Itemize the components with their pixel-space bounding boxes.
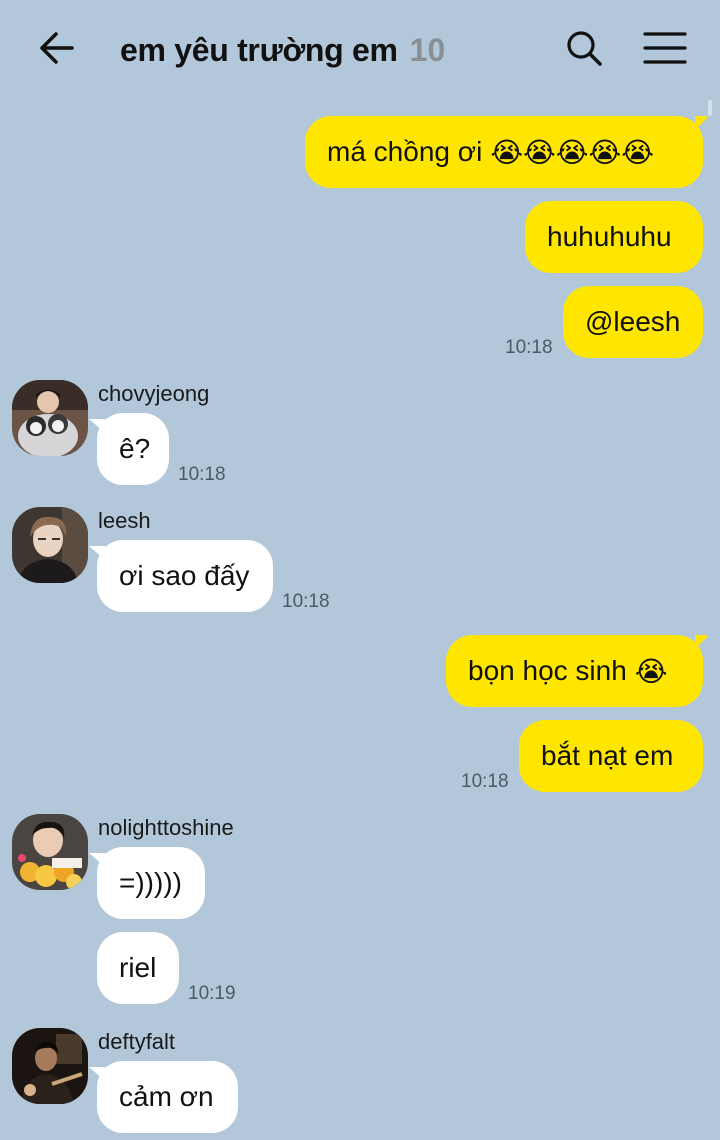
incoming-message-bubble[interactable]: ê? [89, 413, 169, 485]
scrollbar[interactable] [708, 100, 712, 116]
message-text: =))))) [119, 867, 182, 898]
message-time: 10:19 [188, 983, 236, 1004]
message-text: bắt nạt em [541, 740, 674, 771]
back-button[interactable] [34, 26, 82, 70]
message-text: riel [119, 952, 157, 983]
incoming-message-bubble[interactable]: riel [97, 932, 179, 1004]
crying-emoji: 😭 [634, 655, 668, 687]
menu-button[interactable] [640, 26, 690, 70]
my-message-bubble[interactable]: bắt nạt em [519, 720, 703, 792]
message-text: @leesh [585, 306, 681, 337]
avatar-leesh[interactable] [12, 507, 88, 583]
my-message-bubble[interactable]: bọn học sinh 😭 [446, 635, 709, 707]
my-message-bubble[interactable]: @leesh [563, 286, 703, 358]
chat-title-group[interactable]: em yêu trường em 10 [120, 28, 445, 72]
sender-name: chovyjeong [98, 381, 210, 406]
message-time: 10:18 [461, 771, 509, 792]
arrow-left-icon [40, 32, 74, 64]
profile-photo [12, 814, 88, 890]
avatar-chovyjeong[interactable] [12, 380, 88, 456]
search-button[interactable] [562, 26, 606, 70]
profile-photo [12, 380, 88, 456]
crying-emoji-group: 😭😭😭😭😭 [490, 136, 654, 168]
sender-name: nolighttoshine [98, 815, 234, 840]
profile-photo [12, 1028, 88, 1104]
message-text: cảm ơn [119, 1081, 214, 1112]
profile-photo [12, 507, 88, 583]
search-icon [567, 31, 602, 66]
chat-title: em yêu trường em [120, 31, 398, 68]
message-time: 10:18 [505, 337, 553, 358]
message-text: bọn học sinh [468, 655, 627, 686]
incoming-message-bubble[interactable]: =))))) [89, 847, 205, 919]
message-text: ơi sao đấy [119, 560, 250, 591]
message-time: 10:18 [178, 464, 226, 485]
member-count: 10 [409, 31, 446, 68]
my-message-bubble[interactable]: má chồng ơi 😭😭😭😭😭 [305, 116, 709, 188]
avatar-nolighttoshine[interactable] [12, 814, 88, 890]
message-text: má chồng ơi [327, 136, 483, 167]
sender-name: leesh [98, 508, 151, 533]
message-text: ê? [119, 433, 151, 464]
avatar-deftyfalt[interactable] [12, 1028, 88, 1104]
incoming-message-bubble[interactable]: ơi sao đấy [89, 540, 273, 612]
message-time: 10:18 [282, 591, 330, 612]
my-message-bubble[interactable]: huhuhuhu [525, 201, 703, 273]
hamburger-menu-icon [643, 32, 687, 64]
incoming-message-bubble[interactable]: cảm ơn [89, 1061, 238, 1133]
message-text: huhuhuhu [547, 221, 672, 252]
sender-name: deftyfalt [98, 1029, 176, 1054]
chat-header: em yêu trường em 10 [0, 0, 720, 96]
